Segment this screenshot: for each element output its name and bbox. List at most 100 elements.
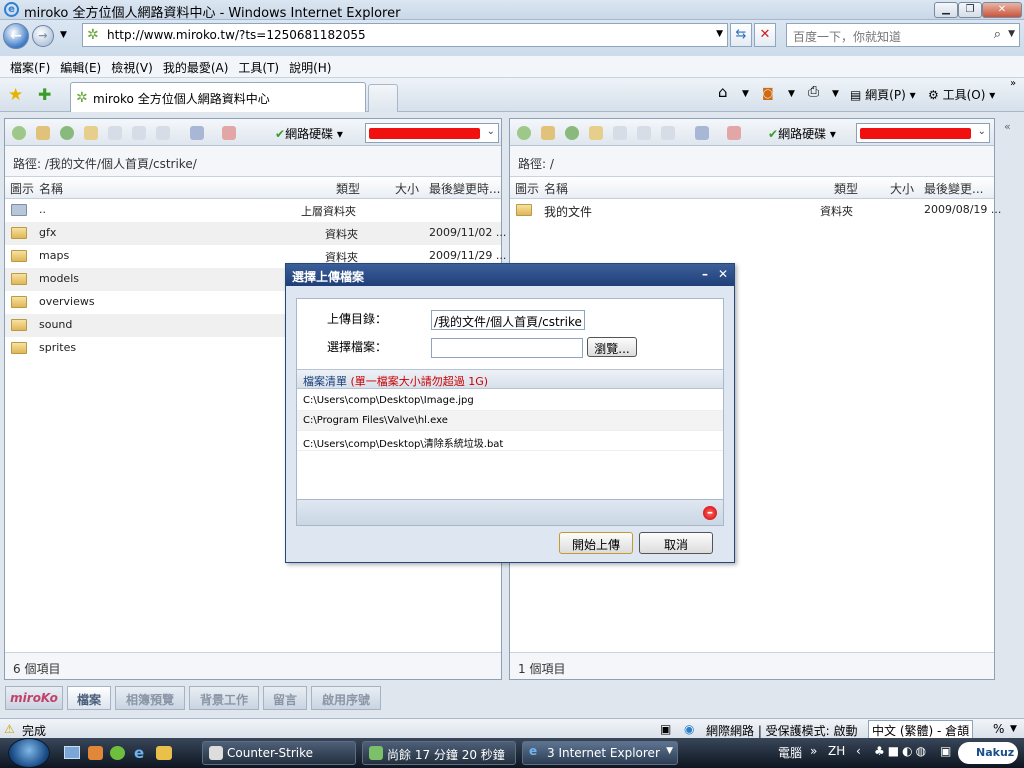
tools-menu[interactable]: ⚙ 工具(O) ▾ xyxy=(928,86,995,103)
list-item[interactable]: C:\Program Files\Valve\hl.exe xyxy=(297,411,723,431)
add-favorite-icon[interactable]: ✚ xyxy=(38,85,51,104)
maximize-button[interactable]: ❐ xyxy=(958,2,982,18)
menu-tools[interactable]: 工具(T) xyxy=(228,56,279,76)
minimize-dialog-icon[interactable]: – xyxy=(702,267,708,281)
upload-dir-field[interactable]: /我的文件/個人首頁/cstrike xyxy=(431,310,585,330)
refresh-folder-icon[interactable] xyxy=(60,126,74,140)
upload-file-icon[interactable] xyxy=(661,126,675,140)
table-row[interactable]: gfx 資料夾 2009/11/02 ... xyxy=(5,222,506,245)
tray-arrow-icon[interactable]: ‹ xyxy=(856,744,861,758)
col-icon[interactable]: 圖示 xyxy=(515,180,539,197)
share-users-icon[interactable] xyxy=(190,126,204,140)
tab-album-preview[interactable]: 相簿預覽 xyxy=(115,686,185,710)
cancel-button[interactable]: 取消 xyxy=(639,532,713,554)
start-button[interactable] xyxy=(8,738,50,768)
tab-miroko[interactable]: miroKo xyxy=(5,686,63,710)
list-item[interactable]: C:\Users\comp\Desktop\Image.jpg xyxy=(297,391,723,411)
zoom-level[interactable]: % xyxy=(993,722,1004,736)
favorites-star-icon[interactable]: ★ xyxy=(8,85,23,105)
more-tools-icon[interactable]: » xyxy=(1010,78,1016,89)
remove-file-icon[interactable]: – xyxy=(703,506,717,520)
tray-network-icon[interactable]: ▣ xyxy=(940,744,951,758)
left-drive-select[interactable]: ⌄ xyxy=(365,123,499,143)
col-modified[interactable]: 最後變更時... xyxy=(429,180,500,197)
print-icon[interactable]: ⎙ xyxy=(808,84,819,100)
col-modified[interactable]: 最後變更... xyxy=(924,180,983,197)
home-folder-icon[interactable] xyxy=(36,126,50,140)
home-folder-icon[interactable] xyxy=(541,126,555,140)
network-drive-menu[interactable]: ✔網路硬碟 ▾ xyxy=(768,125,836,142)
quicklaunch-icon[interactable] xyxy=(156,746,172,760)
col-size[interactable]: 大小 xyxy=(890,180,914,197)
table-row[interactable]: 我的文件 資料夾 2009/08/19 ... xyxy=(510,199,1001,222)
check-icon[interactable] xyxy=(517,126,531,140)
quicklaunch-ie-icon[interactable]: e xyxy=(134,744,144,762)
collapse-panel-icon[interactable]: « xyxy=(1004,120,1011,133)
browse-button[interactable]: 瀏覽... xyxy=(587,337,637,357)
refresh-icon[interactable]: ⇆ xyxy=(730,23,752,47)
menu-edit[interactable]: 編輯(E) xyxy=(50,56,101,76)
tray-computer-label[interactable]: 電腦 xyxy=(778,744,802,761)
refresh-folder-icon[interactable] xyxy=(565,126,579,140)
new-folder-icon[interactable] xyxy=(84,126,98,140)
delete-file-icon[interactable] xyxy=(222,126,236,140)
minimize-button[interactable]: ▁ xyxy=(934,2,958,18)
menu-favorites[interactable]: 我的最愛(A) xyxy=(153,56,229,76)
new-tab-button[interactable] xyxy=(368,84,398,112)
table-row[interactable]: .. 上層資料夾 xyxy=(5,199,501,222)
stop-icon[interactable]: ✕ xyxy=(754,23,776,47)
search-dropdown-icon[interactable]: ▼ xyxy=(1008,29,1015,39)
task-counter-strike[interactable]: Counter-Strike xyxy=(202,741,356,765)
tray-lang[interactable]: ZH xyxy=(828,744,845,758)
tab-background-tasks[interactable]: 背景工作 xyxy=(189,686,259,710)
search-input[interactable]: 百度一下，你就知道 ⌕ ▼ xyxy=(786,23,1020,47)
tab-activate-serial[interactable]: 啟用序號 xyxy=(311,686,381,710)
forward-arrow-icon[interactable]: → xyxy=(32,25,54,47)
quicklaunch-icon[interactable] xyxy=(88,746,103,760)
tray-icons[interactable]: ♣■◐◍ xyxy=(874,744,929,758)
zoom-dropdown-icon[interactable]: ▼ xyxy=(1010,724,1017,734)
back-arrow-icon[interactable]: ← xyxy=(3,23,29,49)
home-icon[interactable]: ⌂ xyxy=(718,83,728,101)
task-internet-explorer[interactable]: e 3 Internet Explorer ▼ xyxy=(522,741,678,765)
menu-file[interactable]: 檔案(F) xyxy=(0,56,50,76)
copy-file-icon[interactable] xyxy=(637,126,651,140)
start-upload-button[interactable]: 開始上傳 xyxy=(559,532,633,554)
network-drive-menu[interactable]: ✔網路硬碟 ▾ xyxy=(275,125,343,142)
edit-file-icon[interactable] xyxy=(108,126,122,140)
close-dialog-icon[interactable]: ✕ xyxy=(718,267,728,281)
quicklaunch-icon[interactable] xyxy=(110,746,125,760)
col-type[interactable]: 類型 xyxy=(834,180,858,197)
page-menu[interactable]: ▤ 網頁(P) ▾ xyxy=(850,86,916,103)
check-icon[interactable] xyxy=(12,126,26,140)
tray-expand-icon[interactable]: » xyxy=(810,744,817,758)
upload-file-icon[interactable] xyxy=(156,126,170,140)
task-download[interactable]: 尚餘 17 分鐘 20 秒鐘 xyxy=(362,741,516,765)
col-type[interactable]: 類型 xyxy=(336,180,360,197)
tab-messages[interactable]: 留言 xyxy=(263,686,307,710)
print-dropdown-icon[interactable]: ▼ xyxy=(832,89,839,99)
address-field[interactable]: ✲ http://www.miroko.tw/?ts=1250681182055… xyxy=(82,23,728,47)
menu-view[interactable]: 檢視(V) xyxy=(101,56,153,76)
col-size[interactable]: 大小 xyxy=(395,180,419,197)
address-dropdown-icon[interactable]: ▼ xyxy=(716,29,723,39)
rss-dropdown-icon[interactable]: ▼ xyxy=(788,89,795,99)
share-users-icon[interactable] xyxy=(695,126,709,140)
search-icon[interactable]: ⌕ xyxy=(994,27,1001,42)
tab-files[interactable]: 檔案 xyxy=(67,686,111,710)
home-dropdown-icon[interactable]: ▼ xyxy=(742,89,749,99)
right-drive-select[interactable]: ⌄ xyxy=(856,123,990,143)
close-button[interactable]: ✕ xyxy=(982,2,1022,18)
col-name[interactable]: 名稱 xyxy=(544,180,568,197)
col-icon[interactable]: 圖示 xyxy=(10,180,34,197)
delete-file-icon[interactable] xyxy=(727,126,741,140)
copy-file-icon[interactable] xyxy=(132,126,146,140)
edit-file-icon[interactable] xyxy=(613,126,627,140)
new-folder-icon[interactable] xyxy=(589,126,603,140)
rss-feed-icon[interactable]: ◙ xyxy=(762,86,774,100)
col-name[interactable]: 名稱 xyxy=(39,180,63,197)
browser-tab[interactable]: ✲ miroko 全方位個人網路資料中心 xyxy=(70,82,366,112)
history-dropdown-icon[interactable]: ▼ xyxy=(60,30,67,40)
list-item[interactable]: C:\Users\comp\Desktop\清除系統垃圾.bat xyxy=(297,431,723,451)
show-desktop-icon[interactable] xyxy=(64,746,80,759)
